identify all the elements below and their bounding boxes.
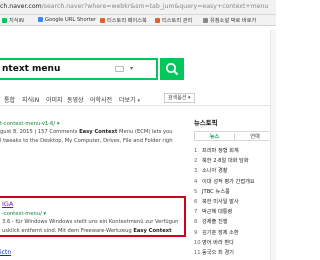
bookmark-favicon-icon bbox=[100, 18, 105, 23]
topic-text: 박근혜 대통령 bbox=[202, 209, 233, 216]
news-topic-item[interactable]: 4 이대 성적 평가 간접개요 bbox=[194, 178, 276, 188]
search-result: ictn bbox=[0, 249, 210, 256]
news-topic-item[interactable]: 2 북한 2·8일 대화 담화 bbox=[194, 157, 276, 167]
news-topics-list: 1 프리마 정형 회계 2 북한 2·8일 대화 담화 3 소니아 경찰 4 이대 성적… bbox=[194, 147, 276, 259]
topic-rank: 7 bbox=[194, 209, 198, 216]
topic-rank: 11 bbox=[194, 249, 201, 256]
result-url[interactable]: -context-menu/ ▾ bbox=[2, 211, 184, 217]
bookmark-favicon-icon bbox=[203, 18, 208, 23]
bookmark-item[interactable]: 지식iN bbox=[2, 17, 24, 24]
topic-rank: 6 bbox=[194, 198, 198, 205]
tab-news[interactable]: 뉴스 bbox=[195, 133, 235, 141]
topic-text: 북한 2·8일 대화 담화 bbox=[202, 158, 249, 165]
result-url[interactable]: t-context-menu-v1-6/ ▾ bbox=[0, 121, 210, 127]
bookmark-item[interactable]: 유첨소설 박로 바로가 bbox=[203, 17, 256, 24]
bookmark-label: 티스토리 관리 bbox=[162, 18, 193, 24]
tab-more-label: 더보기 bbox=[119, 97, 136, 104]
news-topic-item[interactable]: 7 박근혜 대통령 bbox=[194, 208, 276, 218]
topic-text: 이대 성적 평가 간접개요 bbox=[202, 178, 255, 185]
news-topic-item[interactable]: 8 강제출 진행 bbox=[194, 218, 276, 228]
news-topics-title: 뉴스토픽 bbox=[194, 119, 218, 127]
topic-rank: 8 bbox=[194, 219, 198, 226]
tab-video[interactable]: 동영상 bbox=[67, 95, 84, 104]
bookmark-favicon-icon bbox=[155, 18, 160, 23]
news-topic-item[interactable]: 6 북한 미사일 발사 bbox=[194, 198, 276, 208]
bookmark-favicon-icon bbox=[38, 17, 43, 22]
topic-text: 동국으 최 경기 bbox=[202, 249, 234, 256]
vertical-scrollbar[interactable] bbox=[270, 30, 276, 260]
bookmarks-bar: 지식iN Google URL Shorter 티스토리 페이스북 티스토리 관… bbox=[0, 15, 276, 26]
search-options-button[interactable]: 검색옵션 ▾ bbox=[164, 93, 195, 103]
bookmark-label: Google URL Shorter bbox=[45, 17, 97, 23]
search-options-label: 검색옵션 bbox=[168, 95, 187, 101]
chevron-down-icon: ▾ bbox=[188, 95, 191, 101]
search-box[interactable]: ntext menu ▾ bbox=[0, 58, 158, 80]
search-result: t-context-menu-v1-6/ ▾ gust 8, 2015 | 15… bbox=[0, 118, 210, 145]
topic-text: 프리마 정형 회계 bbox=[202, 148, 239, 154]
topic-text: 소니아 경찰 bbox=[202, 168, 228, 175]
news-topic-item[interactable]: 9 김기춘 장제 소환 bbox=[194, 229, 276, 239]
news-topic-item[interactable]: 5 JTBC 뉴스룸 bbox=[194, 188, 276, 198]
topic-rank: 3 bbox=[194, 168, 198, 175]
url-host: ch.naver.com bbox=[0, 3, 42, 10]
url-path: /search.naver?where=webkr&sm=tab_jum&que… bbox=[41, 3, 269, 10]
bookmark-item[interactable]: Google URL Shorter bbox=[38, 17, 96, 24]
search-tabs: 통합 지식iN 이미지 동영상 어학사전 더보기 ▾ 검색옵션 ▾ bbox=[0, 92, 276, 106]
tab-more[interactable]: 더보기 ▾ bbox=[119, 95, 140, 104]
news-topic-item[interactable]: 1 프리마 정형 회계 bbox=[194, 147, 276, 157]
result-snippet-line: gust 8, 2015 | 157 Comments Easy Context… bbox=[0, 129, 173, 135]
topic-rank: 1 bbox=[194, 148, 198, 154]
topic-text: 김기춘 장제 소환 bbox=[202, 229, 239, 236]
result-title-link[interactable]: ictn bbox=[0, 249, 210, 256]
search-result-highlighted: IGA -context-menu/ ▾ 3.6 - für Windows W… bbox=[0, 196, 186, 237]
result-snippet-line: l tweaks to the Desktop, My Computer, Dr… bbox=[0, 138, 173, 144]
topic-text: 북한 미사일 발사 bbox=[202, 198, 239, 205]
news-topics-tabs: 뉴스 연예 bbox=[194, 131, 274, 141]
topic-text: JTBC 뉴스룸 bbox=[202, 188, 230, 195]
chevron-down-icon: ▾ bbox=[137, 98, 140, 104]
news-topic-item[interactable]: 3 소니아 경찰 bbox=[194, 167, 276, 177]
news-topics-panel: 뉴스토픽 뉴스 연예 1 프리마 정형 회계 2 북한 2·8일 대화 담화 3 소니… bbox=[194, 118, 276, 259]
search-button[interactable] bbox=[160, 58, 184, 80]
bookmark-label: 티스토리 페이스북 bbox=[107, 18, 147, 24]
search-input[interactable]: ntext menu bbox=[2, 64, 60, 74]
search-icon bbox=[165, 62, 179, 76]
bookmark-label: 지식iN bbox=[9, 18, 24, 24]
chevron-down-icon[interactable]: ▾ bbox=[130, 65, 133, 72]
topic-rank: 2 bbox=[194, 158, 198, 165]
topic-rank: 4 bbox=[194, 178, 198, 185]
bookmark-label: 유첨소설 박로 바로가 bbox=[210, 18, 257, 24]
highlighted-term: Easy Context bbox=[79, 129, 118, 135]
tab-all[interactable]: 통합 bbox=[4, 95, 15, 104]
tab-kin[interactable]: 지식iN bbox=[22, 95, 39, 104]
tab-entertainment[interactable]: 연예 bbox=[235, 133, 275, 140]
topic-rank: 5 bbox=[194, 188, 198, 195]
bookmark-item[interactable]: 티스토리 페이스북 bbox=[100, 17, 147, 24]
topic-rank: 10 bbox=[194, 239, 201, 246]
tab-dictionary[interactable]: 어학사전 bbox=[90, 95, 112, 104]
result-title-link[interactable]: IGA bbox=[2, 200, 184, 208]
result-snippet-line: 3.6 - für Windows Windows stellt uns ein… bbox=[2, 219, 179, 225]
topic-text: 영어 바라 환다 bbox=[202, 239, 234, 246]
url-text[interactable]: ch.naver.com/search.naver?where=webkr&sm… bbox=[0, 3, 276, 10]
address-bar[interactable]: ch.naver.com/search.naver?where=webkr&sm… bbox=[0, 0, 276, 15]
topic-text: 강제출 진행 bbox=[202, 219, 228, 226]
bookmark-favicon-icon bbox=[2, 18, 7, 23]
highlighted-term: Easy Context bbox=[133, 228, 172, 234]
news-topic-item[interactable]: 11동국으 최 경기 bbox=[194, 249, 276, 259]
topic-rank: 9 bbox=[194, 229, 198, 236]
news-topic-item[interactable]: 10영어 바라 환다 bbox=[194, 239, 276, 249]
tab-image[interactable]: 이미지 bbox=[46, 95, 63, 104]
result-snippet-line: usklick entfernt sind. Mit dem Freeware-… bbox=[2, 228, 172, 234]
keyboard-icon[interactable] bbox=[115, 66, 124, 72]
bookmark-item[interactable]: 티스토리 관리 bbox=[155, 17, 192, 24]
